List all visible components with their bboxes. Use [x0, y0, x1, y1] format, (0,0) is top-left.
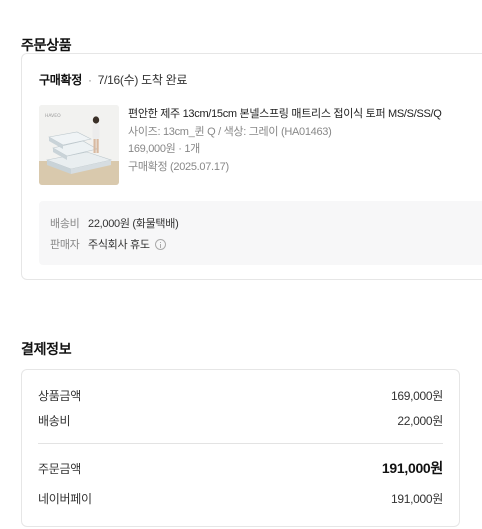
product-amount-value: 169,000원 [390, 389, 443, 403]
payment-section-title: 결제정보 [21, 341, 72, 357]
shipping-fee-row: 배송비 22,000원 (화물택배) [50, 215, 179, 231]
seller-row: 판매자 주식회사 휴도 [50, 236, 166, 252]
product-price-qty: 169,000원 · 1개 [128, 143, 200, 155]
order-status: 구매확정 [39, 73, 82, 87]
order-status-line: 구매확정 · 7/16(수) 도착 완료 [39, 71, 187, 88]
payment-method-row: 네이버페이 191,000원 [38, 490, 443, 507]
product-option: 사이즈: 13cm_퀸 Q / 색상: 그레이 (HA01463) [128, 125, 332, 138]
payment-method-label: 네이버페이 [38, 492, 92, 506]
product-info: 편안한 제주 13cm/15cm 본넬스프링 매트리스 접이식 토퍼 MS/S/… [128, 106, 442, 176]
product-amount-label: 상품금액 [38, 389, 81, 403]
order-total-value: 191,000원 [381, 460, 443, 476]
product-name[interactable]: 편안한 제주 13cm/15cm 본넬스프링 매트리스 접이식 토퍼 MS/S/… [128, 106, 442, 124]
shipping-amount-label: 배송비 [38, 414, 71, 428]
order-total-label: 주문금액 [38, 461, 81, 476]
shipping-fee-value: 22,000원 (화물택배) [88, 218, 179, 230]
shipping-amount-row: 배송비 22,000원 [38, 412, 443, 429]
shipping-fee-label: 배송비 [50, 218, 80, 230]
purchase-confirm-date: 구매확정 (2025.07.17) [128, 160, 229, 173]
shipping-amount-value: 22,000원 [397, 414, 443, 428]
order-total-row: 주문금액 191,000원 [38, 458, 443, 478]
seller-label: 판매자 [50, 239, 80, 251]
thumb-brand-text: HAVEO [45, 113, 61, 119]
order-section-title: 주문상품 [21, 37, 72, 53]
product-amount-row: 상품금액 169,000원 [38, 387, 443, 404]
seller-value: 주식회사 휴도 [88, 239, 150, 251]
order-status-detail: 7/16(수) 도착 완료 [97, 73, 188, 87]
payment-info-card: 상품금액 169,000원 배송비 22,000원 주문금액 191,000원 … [21, 369, 460, 527]
order-product-card: 구매확정 · 7/16(수) 도착 완료 HAVEO 편안한 제주 13cm/1… [21, 53, 482, 280]
payment-method-value: 191,000원 [390, 492, 443, 506]
divider [38, 443, 443, 444]
delivery-info-box: 배송비 22,000원 (화물택배) 판매자 주식회사 휴도 [39, 201, 482, 265]
separator-dot: · [88, 73, 92, 87]
info-icon[interactable] [154, 238, 166, 250]
product-image: HAVEO [39, 105, 119, 185]
product-thumbnail[interactable]: HAVEO [39, 105, 119, 185]
